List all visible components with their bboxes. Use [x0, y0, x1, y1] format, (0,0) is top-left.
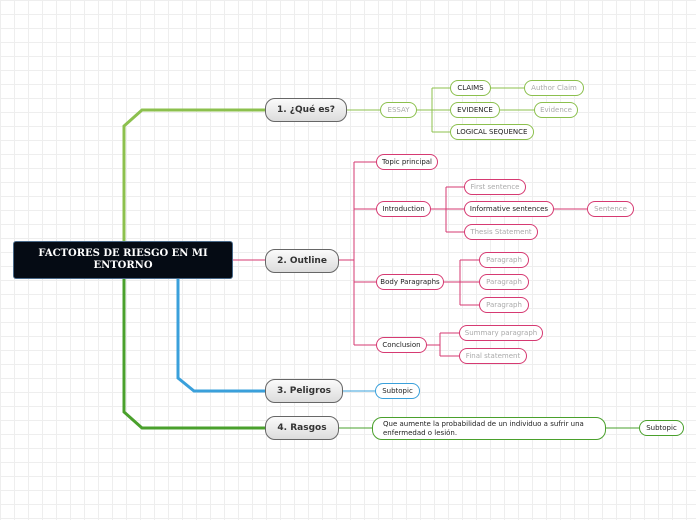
author-claim-node[interactable]: Author Claim	[524, 80, 584, 96]
informative-sentences-node[interactable]: Informative sentences	[464, 201, 554, 217]
claims-node[interactable]: CLAIMS	[450, 80, 491, 96]
branch-rasgos[interactable]: 4. Rasgos	[265, 416, 339, 440]
paragraph-node-2[interactable]: Paragraph	[479, 274, 529, 290]
link-root-que-es	[122, 108, 265, 248]
link-essay-group	[416, 87, 450, 133]
link-intro-children	[430, 186, 464, 233]
sentence-node[interactable]: Sentence	[587, 201, 634, 217]
peligros-subtopic-node[interactable]: Subtopic	[375, 383, 420, 399]
introduction-node[interactable]: Introduction	[376, 201, 431, 217]
logical-sequence-node[interactable]: LOGICAL SEQUENCE	[450, 124, 534, 140]
branch-peligros[interactable]: 3. Peligros	[265, 379, 343, 403]
topic-principal-node[interactable]: Topic principal	[376, 154, 438, 170]
paragraph-node-3[interactable]: Paragraph	[479, 297, 529, 313]
thesis-statement-node[interactable]: Thesis Statement	[464, 224, 538, 240]
summary-paragraph-node[interactable]: Summary paragraph	[459, 325, 543, 341]
link-root-rasgos	[122, 278, 265, 430]
rasgos-subtopic-node[interactable]: Subtopic	[639, 420, 684, 436]
evidence-node[interactable]: EVIDENCE	[450, 102, 500, 118]
link-outline-trunk	[338, 161, 376, 346]
root-topic[interactable]: FACTORES DE RIESGO EN MI ENTORNO	[13, 241, 233, 279]
conclusion-node[interactable]: Conclusion	[376, 337, 427, 353]
branch-que-es[interactable]: 1. ¿Qué es?	[265, 98, 347, 122]
essay-node[interactable]: ESSAY	[380, 102, 417, 118]
link-conclusion-children	[426, 332, 459, 357]
link-root-peligros	[176, 278, 265, 393]
body-paragraphs-node[interactable]: Body Paragraphs	[376, 274, 444, 290]
first-sentence-node[interactable]: First sentence	[464, 179, 526, 195]
branch-outline[interactable]: 2. Outline	[265, 249, 339, 273]
paragraph-node-1[interactable]: Paragraph	[479, 252, 529, 268]
link-body-paragraphs	[444, 259, 479, 306]
final-statement-node[interactable]: Final statement	[459, 348, 527, 364]
rasgos-definition-node[interactable]: Que aumente la probabilidad de un indivi…	[372, 417, 606, 440]
evidence-sub-node[interactable]: Evidence	[534, 102, 578, 118]
